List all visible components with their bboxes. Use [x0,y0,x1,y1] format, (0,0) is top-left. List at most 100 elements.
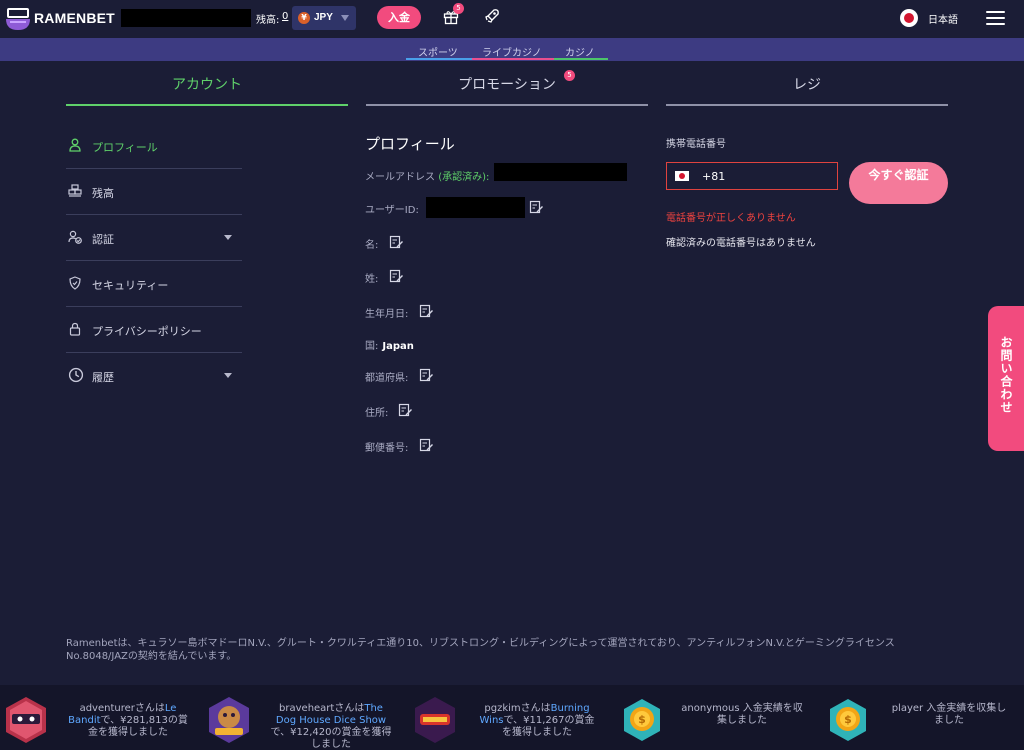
clock-history-icon [68,367,84,383]
subnav-sports-underline [406,58,472,60]
user-icon [69,138,81,152]
subnav-sports[interactable]: スポーツ [418,44,458,59]
edit-icon[interactable] [529,200,543,214]
subnav-live-casino-underline [472,58,554,60]
lock-icon [69,322,81,336]
first-name-label: 名: [365,240,379,251]
coin-achievement-icon: $ [830,699,866,741]
svg-text:$: $ [844,713,852,726]
email-label: メールアドレス [365,172,435,183]
coins-stack-icon [68,184,82,197]
tab-account-underline [66,104,348,106]
last-name-label: 姓: [365,274,379,285]
user-id-label: ユーザーID: [365,205,419,216]
birthdate-field: 生年月日: [365,305,408,320]
country-value: Japan [382,341,414,352]
redacted-user-id [426,197,525,218]
japan-flag-icon[interactable] [675,171,689,181]
sidebar-item-history[interactable]: 履歴 [66,353,242,399]
tab-cashier[interactable]: レジ [666,74,948,94]
sidebar-item-profile[interactable]: プロフィール [66,123,242,169]
phone-error-message: 電話番号が正しくありません [666,213,796,224]
profile-title: プロフィール [365,135,455,153]
redacted-email [494,163,627,181]
email-verified-label: (承認済み): [438,172,490,183]
sidebar-item-privacy-policy[interactable]: プライバシーポリシー [66,307,242,353]
sub-navigation: スポーツ ライブカジノ カジノ [0,38,1024,61]
chevron-down-icon [341,15,349,21]
dog-house-dice-show-game-icon[interactable] [207,695,251,745]
tab-promotion-underline [366,104,648,106]
shield-icon [69,276,81,290]
sidebar-item-balance[interactable]: 残高 [66,169,242,215]
svg-text:$: $ [638,713,646,726]
edit-icon[interactable] [419,304,433,318]
edit-icon[interactable] [398,403,412,417]
edit-icon[interactable] [389,269,403,283]
hamburger-menu-icon[interactable] [986,11,1005,25]
phone-input[interactable]: +81 [666,162,838,190]
phone-label: 携帯電話番号 [666,139,726,150]
chevron-down-icon [224,235,232,240]
subnav-casino-underline [554,58,608,60]
burning-wins-game-icon[interactable] [413,695,457,745]
postal-code-field: 郵便番号: [365,439,408,454]
sidebar-item-label: 履歴 [92,371,114,384]
chevron-down-icon [224,373,232,378]
language-selector[interactable]: 日本語 [928,11,958,26]
sidebar-item-label: セキュリティー [92,279,169,292]
first-name-field: 名: [365,236,378,251]
winner-entry: player 入金実績を収集しました [891,703,1007,726]
legal-notice: Ramenbetは、キュラソー島ボマドーロN.V.、グルート・クワルティエ通り1… [66,638,895,662]
yen-coin-icon: ¥ [298,12,310,24]
user-id-field: ユーザーID: [365,201,419,216]
contact-us-label: お問い合わせ [999,336,1013,414]
contact-us-tab[interactable]: お問い合わせ [988,306,1024,451]
redacted-username [121,9,251,27]
phone-country-code: +81 [702,170,726,183]
japan-flag-icon[interactable] [900,9,918,27]
promotion-count-badge: 5 [564,70,575,81]
winner-entry: anonymous 入金実績を収集しました [681,703,803,726]
tab-promotion[interactable]: プロモーション [366,74,648,94]
prefecture-label: 都道府県: [365,373,409,384]
last-name-field: 姓: [365,270,378,285]
rocket-icon[interactable] [484,8,500,26]
winner-entry: braveheartさんはThe Dog House Dice Showで、¥1… [270,703,392,750]
verify-now-button[interactable]: 今すぐ認証 [849,162,948,204]
address-label: 住所: [365,408,389,419]
gift-count-badge: 5 [453,3,464,14]
address-field: 住所: [365,404,388,419]
sidebar-item-label: 認証 [92,233,114,246]
email-field: メールアドレス (承認済み): [365,168,489,183]
winner-entry: pgzkimさんはBurning Winsで、¥11,267の賞金を獲得しました [479,703,595,738]
sidebar-item-security[interactable]: セキュリティー [66,261,242,307]
currency-selector[interactable]: ¥ JPY [292,6,356,30]
edit-icon[interactable] [419,438,433,452]
no-verified-phone-message: 確認済みの電話番号はありません [666,238,816,249]
recent-winners-bar: adventurerさんはLe Banditで、¥281,813の賞金を獲得しま… [0,685,1024,750]
tab-account[interactable]: アカウント [66,74,348,94]
edit-icon[interactable] [419,368,433,382]
sidebar-item-label: 残高 [92,187,114,200]
sidebar-item-verification[interactable]: 認証 [66,215,242,261]
user-check-icon [68,230,82,244]
postal-code-label: 郵便番号: [365,443,409,454]
currency-code: JPY [314,12,333,23]
sidebar-item-label: プロフィール [92,141,158,154]
sidebar-item-label: プライバシーポリシー [92,325,202,338]
birthdate-label: 生年月日: [365,309,409,320]
winner-entry: adventurerさんはLe Banditで、¥281,813の賞金を獲得しま… [68,703,188,738]
subnav-casino[interactable]: カジノ [565,44,595,59]
tab-cashier-underline [666,104,948,106]
edit-icon[interactable] [389,235,403,249]
country-label: 国: [365,341,379,352]
le-bandit-game-icon[interactable] [4,695,48,745]
balance-label: 残高: [256,15,280,26]
ramen-bowl-logo-icon[interactable] [4,6,32,32]
subnav-live-casino[interactable]: ライブカジノ [482,44,542,59]
balance-value[interactable]: 0 [282,11,288,22]
deposit-button[interactable]: 入金 [377,6,421,29]
logo-text[interactable]: RAMENBET [34,10,115,26]
prefecture-field: 都道府県: [365,369,408,384]
